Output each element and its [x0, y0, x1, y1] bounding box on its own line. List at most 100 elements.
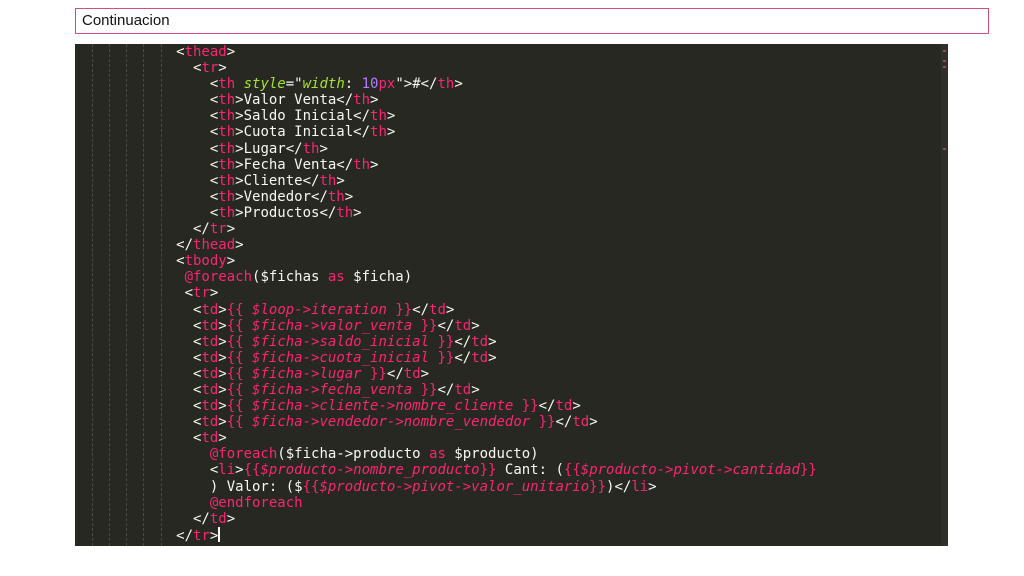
code-token: >	[235, 462, 244, 479]
code-token: as	[429, 446, 446, 463]
code-token: >	[218, 60, 227, 77]
code-line: </td>	[75, 511, 817, 527]
code-token: >Valor Venta</	[235, 92, 354, 109]
code-token: >	[445, 301, 455, 318]
code-line: <thead>	[75, 44, 817, 60]
code-token: <	[75, 60, 202, 77]
code-editor[interactable]: <thead> <tr> <th style="width: 10px">#</…	[75, 44, 948, 546]
code-token: >	[226, 221, 236, 238]
code-token: th	[218, 188, 236, 205]
code-token: td	[201, 381, 219, 398]
code-token: {{	[302, 478, 320, 495]
code-token: <	[75, 108, 219, 125]
code-token: $ficha->cuota_inicial	[252, 349, 430, 366]
code-token: >	[386, 124, 396, 141]
code-token: <	[75, 204, 219, 221]
code-token: tr	[209, 221, 227, 238]
code-line: <td>{{ $ficha->fecha_venta }}</td>	[75, 382, 817, 398]
code-line: <th style="width: 10px">#</th>	[75, 76, 817, 92]
code-token: }}	[799, 462, 817, 479]
code-token: >Cliente</	[235, 172, 320, 189]
code-token: td	[209, 510, 227, 527]
code-token: >Saldo Inicial</	[235, 108, 371, 125]
code-token: >Fecha Venta</	[235, 156, 354, 173]
code-token: td	[454, 381, 472, 398]
code-content[interactable]: <thead> <tr> <th style="width: 10px">#</…	[75, 44, 817, 544]
code-token: $ficha->fecha_venta	[252, 381, 413, 398]
code-token: width	[302, 76, 345, 93]
code-token: th	[218, 108, 236, 125]
code-token: </	[75, 510, 210, 527]
code-token: {{	[226, 349, 253, 366]
code-token: th	[353, 156, 371, 173]
code-token: thead	[193, 237, 236, 254]
code-token: >	[370, 156, 379, 173]
minimap-scrollbar[interactable]	[941, 44, 948, 546]
code-token: th	[302, 140, 320, 157]
code-token: >Vendedor</	[235, 188, 328, 205]
code-token: td	[429, 301, 446, 318]
code-line: <th>Fecha Venta</th>	[75, 157, 817, 173]
slide-title-box: Continuacion	[75, 8, 989, 34]
code-token: td	[201, 398, 219, 415]
code-token: th	[218, 172, 236, 189]
code-line: <td>{{ $ficha->lugar }}</td>	[75, 366, 817, 382]
code-line: <tr>	[75, 60, 817, 76]
code-token: td	[555, 398, 573, 415]
code-token: $ficha->valor_venta	[252, 317, 413, 334]
code-token: >	[218, 430, 227, 447]
code-token: >	[471, 317, 480, 334]
code-token: td	[201, 301, 219, 318]
code-token: <	[75, 172, 219, 189]
code-token: td	[572, 414, 590, 431]
code-token: <	[75, 349, 202, 366]
code-token: th	[218, 140, 236, 157]
code-token: tr	[201, 60, 219, 77]
code-token: @foreach	[184, 269, 253, 286]
code-token: <	[75, 381, 202, 398]
code-token: th	[218, 204, 236, 221]
code-token: >	[370, 92, 379, 109]
code-token: th	[353, 92, 371, 109]
code-token: {{	[563, 462, 581, 479]
code-token: td	[201, 365, 219, 382]
code-token: :	[344, 76, 362, 93]
code-token: tr	[193, 527, 210, 544]
code-token: {{	[226, 414, 253, 431]
code-token: >Lugar</	[235, 140, 303, 157]
code-token: th	[218, 92, 236, 109]
code-line: <th>Productos</th>	[75, 205, 817, 221]
code-line: <th>Saldo Inicial</th>	[75, 108, 817, 124]
code-token: <	[75, 462, 219, 479]
code-token: <	[75, 333, 202, 350]
code-token: </	[538, 398, 556, 415]
code-token: >	[336, 172, 345, 189]
code-token: <	[75, 365, 202, 382]
code-line: <li>{{$producto->nombre_producto}} Cant:…	[75, 462, 817, 478]
code-token: ="	[285, 76, 303, 93]
code-token: </	[437, 381, 455, 398]
code-token: >	[218, 365, 227, 382]
code-token: td	[201, 317, 219, 334]
text-cursor	[218, 526, 221, 542]
code-token: >	[218, 333, 227, 350]
code-token: <	[75, 44, 185, 60]
code-token: >	[209, 285, 219, 302]
code-token: td	[201, 333, 219, 350]
code-token: >	[226, 253, 236, 270]
code-token: )</	[606, 478, 632, 495]
code-line: <td>{{ $ficha->saldo_inicial }}</td>	[75, 334, 817, 350]
code-token: 10	[361, 76, 379, 93]
code-token: }}	[386, 301, 413, 318]
code-token: $producto)	[445, 446, 539, 463]
code-token: >	[572, 398, 581, 415]
code-token: </	[386, 365, 404, 382]
code-token: th	[218, 156, 236, 173]
code-token: </	[555, 414, 573, 431]
code-token: }}	[412, 381, 438, 398]
code-token: >	[454, 76, 463, 93]
code-line: @foreach($ficha->producto as $producto)	[75, 446, 817, 462]
code-token: <	[75, 414, 202, 431]
code-line: <td>{{ $loop->iteration }}</td>	[75, 302, 817, 318]
